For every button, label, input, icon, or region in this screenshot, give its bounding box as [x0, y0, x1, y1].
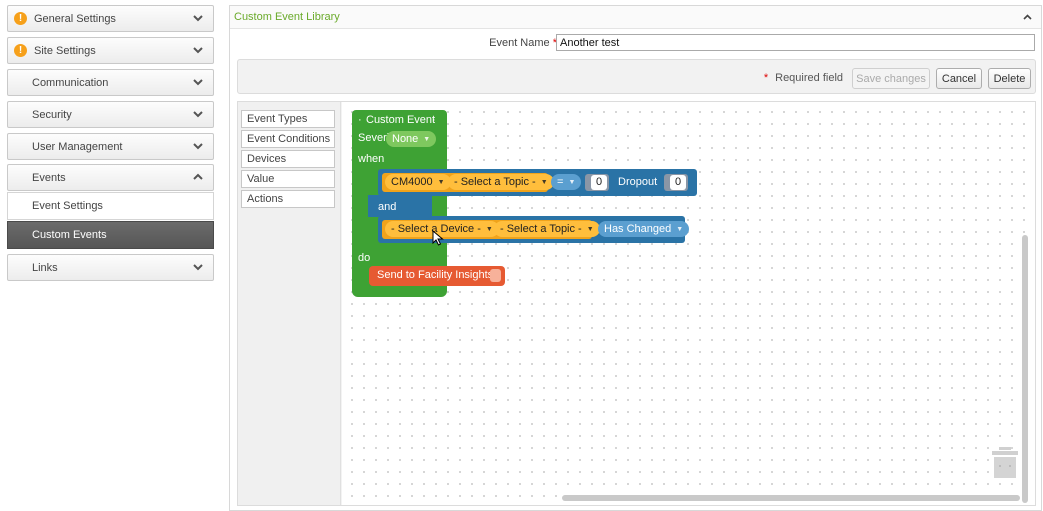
topic-dropdown[interactable]: - Select a Topic - ▼ — [494, 221, 600, 237]
change-value: Has Changed — [604, 223, 672, 235]
nav-label: Site Settings — [34, 44, 96, 57]
nav-label: User Management — [32, 140, 123, 153]
event-name-input[interactable] — [556, 34, 1035, 51]
delete-button[interactable]: Delete — [988, 68, 1031, 89]
vertical-scrollbar[interactable] — [1022, 235, 1028, 503]
event-name-label: Event Name * — [489, 37, 557, 49]
dropdown-arrow-icon: ▼ — [485, 225, 493, 233]
warning-icon: ! — [14, 12, 27, 25]
dropout-input[interactable]: 0 — [670, 175, 686, 190]
block-title-dot: · — [432, 114, 436, 126]
toolbox-category-actions[interactable]: Actions — [241, 190, 335, 208]
device-value: CM4000 — [391, 176, 433, 188]
chevron-up-icon — [193, 173, 203, 180]
topic-value: - Select a Topic - — [454, 176, 536, 188]
event-name-label-text: Event Name — [489, 37, 550, 49]
nav-communication[interactable]: Communication — [7, 69, 214, 96]
nav-label: Security — [32, 108, 72, 121]
horizontal-scrollbar[interactable] — [562, 495, 1020, 501]
toolbox-category-event-conditions[interactable]: Event Conditions — [241, 130, 335, 148]
send-to-facility-insights-block[interactable]: Send to Facility Insights — [369, 266, 505, 286]
toolbox-category-value[interactable]: Value — [241, 170, 335, 188]
topic-value: - Select a Topic - — [500, 223, 582, 235]
chevron-down-icon — [193, 264, 203, 271]
collapse-up-icon[interactable] — [1022, 12, 1033, 23]
nav-label: Links — [32, 261, 58, 274]
custom-event-title: Custom Event — [366, 114, 436, 126]
cancel-button[interactable]: Cancel — [936, 68, 982, 89]
nav-user-management[interactable]: User Management — [7, 133, 214, 160]
nav-event-settings[interactable]: Event Settings — [7, 192, 214, 220]
nav-custom-events[interactable]: Custom Events — [7, 221, 214, 249]
nav-links[interactable]: Links — [7, 254, 214, 281]
panel-header: Custom Event Library — [230, 6, 1041, 29]
and-label: and — [378, 201, 397, 213]
severity-value: None — [392, 133, 419, 145]
dropdown-arrow-icon: ▼ — [423, 135, 431, 143]
nav-label: Communication — [32, 76, 109, 89]
nav-label: Events — [32, 171, 66, 184]
dropdown-arrow-icon: ▼ — [437, 178, 445, 186]
chevron-down-icon — [193, 143, 203, 150]
required-star: * — [763, 72, 769, 84]
dropout-label: Dropout — [618, 176, 658, 188]
chevron-down-icon — [193, 111, 203, 118]
nav-general-settings[interactable]: ! General Settings — [7, 5, 214, 32]
operator-dropdown[interactable]: = ▼ — [551, 174, 582, 190]
trash-icon[interactable] — [990, 445, 1020, 480]
when-label: when — [358, 153, 385, 165]
topic-dropdown[interactable]: - Select a Topic - ▼ — [448, 174, 554, 190]
change-dropdown[interactable]: Has Changed ▼ — [598, 221, 690, 237]
toolbox-category-event-types[interactable]: Event Types — [241, 110, 335, 128]
subnav-label: Custom Events — [32, 229, 107, 241]
action-bar: * Required field Save changes Cancel Dele… — [237, 59, 1036, 94]
nav-events[interactable]: Events — [7, 164, 214, 191]
operator-value: = — [557, 176, 564, 188]
severity-dropdown[interactable]: None ▼ — [386, 131, 437, 147]
mouse-cursor-icon — [432, 230, 444, 246]
custom-event-library-panel: Custom Event Library Event Name * * Requi… — [229, 5, 1042, 511]
panel-title: Custom Event Library — [234, 11, 340, 23]
save-changes-button[interactable]: Save changes — [852, 68, 930, 89]
warning-icon: ! — [14, 44, 27, 57]
required-field-text: Required field — [775, 72, 843, 84]
dropdown-arrow-icon: ▼ — [676, 225, 684, 233]
chevron-down-icon — [193, 47, 203, 54]
subnav-label: Event Settings — [32, 200, 103, 212]
required-field-note: * Required field — [764, 72, 843, 84]
block-title-dot: · — [358, 114, 362, 126]
device-dropdown[interactable]: CM4000 ▼ — [385, 174, 451, 190]
nav-label: General Settings — [34, 12, 116, 25]
dropdown-arrow-icon: ▼ — [540, 178, 548, 186]
action-toggle[interactable] — [490, 269, 501, 282]
event-name-row: Event Name * — [230, 34, 1041, 52]
do-label: do — [358, 252, 371, 264]
chevron-down-icon — [193, 15, 203, 22]
dropdown-arrow-icon: ▼ — [586, 225, 594, 233]
chevron-down-icon — [193, 79, 203, 86]
nav-site-settings[interactable]: ! Site Settings — [7, 37, 214, 64]
block-canvas[interactable]: · Custom Event · Severity None ▼ when do … — [342, 102, 1035, 505]
toolbox-category-devices[interactable]: Devices — [241, 150, 335, 168]
block-workspace: Event Types Event Conditions Devices Val… — [237, 101, 1036, 506]
toolbox: Event Types Event Conditions Devices Val… — [238, 102, 341, 505]
dropdown-arrow-icon: ▼ — [568, 178, 576, 186]
value-input[interactable]: 0 — [591, 175, 607, 190]
nav-security[interactable]: Security — [7, 101, 214, 128]
action-label: Send to Facility Insights — [377, 269, 494, 281]
